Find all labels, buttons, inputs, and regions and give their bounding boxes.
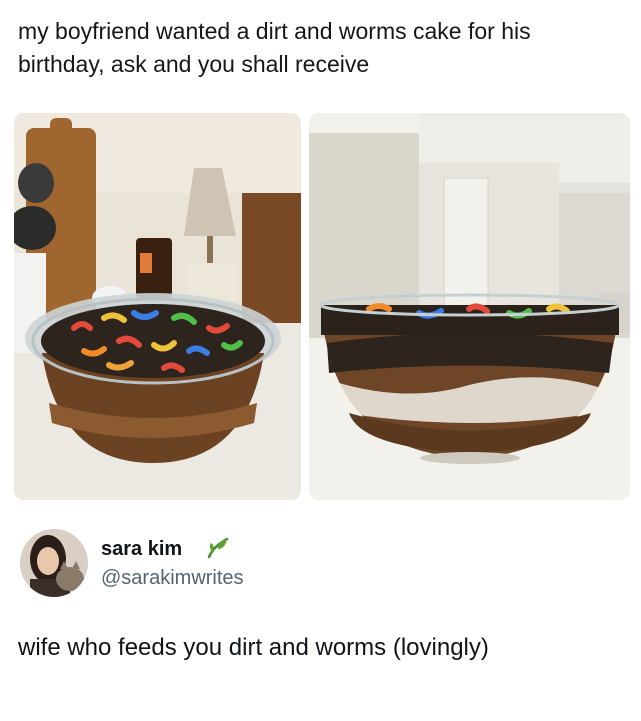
post-text: my boyfriend wanted a dirt and worms cak… xyxy=(18,18,531,77)
avatar-image xyxy=(20,529,88,597)
leaf-icon xyxy=(205,535,231,561)
photo-top-view-image xyxy=(14,113,301,500)
reply-text: wife who feeds you dirt and worms (lovin… xyxy=(18,634,489,661)
author-name[interactable]: sara kim xyxy=(101,538,182,561)
photo-side-view[interactable] xyxy=(309,113,630,500)
avatar[interactable] xyxy=(20,529,88,597)
photo-side-view-image xyxy=(309,113,630,500)
photo-top-view[interactable] xyxy=(14,113,301,500)
author-handle[interactable]: @sarakimwrites xyxy=(101,567,244,590)
